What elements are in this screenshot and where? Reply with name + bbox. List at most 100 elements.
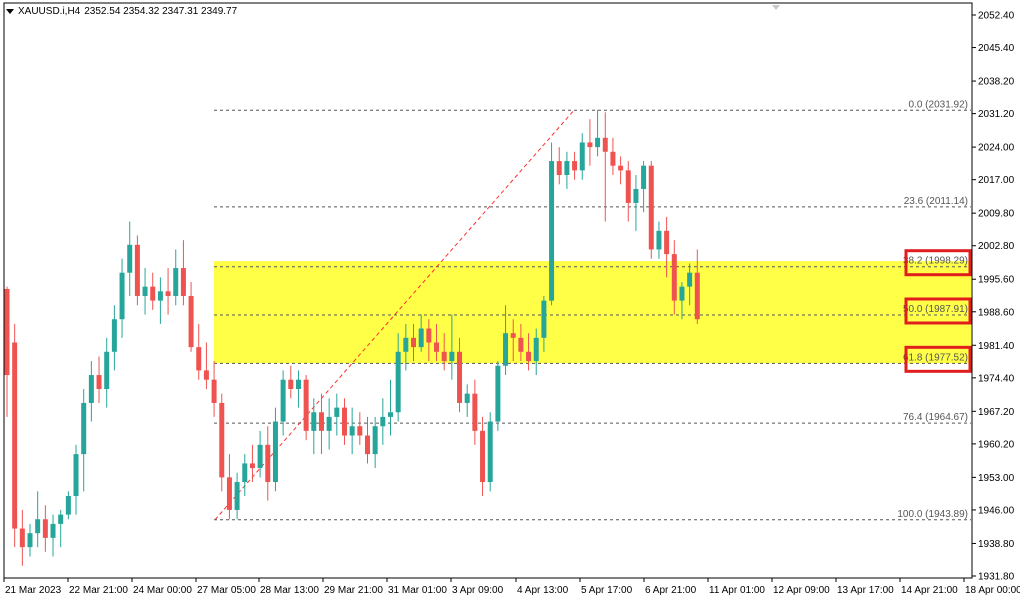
candle-body xyxy=(426,328,432,343)
candle-body xyxy=(572,161,578,171)
candle-body xyxy=(518,337,524,352)
y-tick-label: 2024.00 xyxy=(978,143,1015,154)
support-zone-layer xyxy=(214,261,971,364)
candle-body xyxy=(388,412,393,417)
x-tick-label: 27 Mar 05:00 xyxy=(197,585,256,596)
candle-body xyxy=(4,288,10,376)
candle-body xyxy=(395,351,401,413)
candle-body xyxy=(671,254,677,301)
candle-body xyxy=(687,272,693,287)
x-tick-label: 12 Apr 09:00 xyxy=(773,585,830,596)
candle-body xyxy=(441,351,447,362)
candle-body xyxy=(150,286,156,301)
candle-body xyxy=(364,435,370,455)
candle-body xyxy=(257,444,263,469)
candle-body xyxy=(19,528,25,548)
candle-body xyxy=(219,402,225,478)
candle-body xyxy=(134,244,140,296)
candle-body xyxy=(65,495,71,515)
x-tick-label: 29 Mar 21:00 xyxy=(324,585,383,596)
y-tick-label: 1953.00 xyxy=(978,473,1015,484)
x-tick-label: 31 Mar 01:00 xyxy=(388,585,447,596)
y-tick-label: 1988.60 xyxy=(978,307,1015,318)
candle-body xyxy=(318,412,324,431)
candle-body xyxy=(357,426,363,436)
candle-body xyxy=(303,379,309,431)
x-tick-label: 22 Mar 21:00 xyxy=(69,585,128,596)
candle-body xyxy=(196,347,202,371)
candle-body xyxy=(495,365,501,422)
y-tick-label: 2031.20 xyxy=(978,109,1015,120)
y-tick-label: 2002.80 xyxy=(978,241,1015,252)
candle-body xyxy=(403,337,409,352)
fib-level-label: 76.4 (1964.67) xyxy=(903,412,968,423)
y-tick-label: 1960.20 xyxy=(978,439,1015,450)
candle-body xyxy=(88,375,94,403)
candle-body xyxy=(625,170,631,203)
candle-body xyxy=(142,286,148,296)
x-tick-label: 5 Apr 17:00 xyxy=(581,585,633,596)
fib-level-label: 100.0 (1943.89) xyxy=(897,509,968,520)
candle-body xyxy=(58,514,64,524)
candle-body xyxy=(211,379,217,403)
candle-body xyxy=(111,319,117,352)
candle-body xyxy=(73,454,79,496)
candle-body xyxy=(633,188,639,203)
candle-body xyxy=(648,165,654,250)
candle-body xyxy=(411,337,417,348)
candle-body xyxy=(480,430,486,483)
candle-body xyxy=(311,412,317,431)
candle-body xyxy=(96,375,102,389)
candle-body xyxy=(449,351,455,362)
candle-body xyxy=(35,519,41,534)
candle-body xyxy=(249,463,255,469)
candle-body xyxy=(679,286,685,301)
candle-body xyxy=(280,379,286,422)
candle-body xyxy=(295,379,301,389)
candle-body xyxy=(564,161,570,176)
candle-body xyxy=(12,342,18,529)
x-tick-label: 28 Mar 13:00 xyxy=(260,585,319,596)
y-tick-label: 1995.60 xyxy=(978,275,1015,286)
y-tick-label: 1981.40 xyxy=(978,341,1015,352)
candle-body xyxy=(526,351,532,362)
candle-body xyxy=(533,337,539,362)
y-tick-label: 1946.00 xyxy=(978,505,1015,516)
candle-body xyxy=(50,523,56,538)
candle-body xyxy=(173,268,179,296)
candle-body xyxy=(288,379,294,389)
candle-body xyxy=(472,393,478,431)
price-chart[interactable]: 0.0 (2031.92) 23.6 (2011.14) 38.2 (1998.29… xyxy=(0,0,1020,601)
candle-body xyxy=(127,244,133,273)
candle-body xyxy=(341,407,347,436)
candle-body xyxy=(541,300,547,338)
y-tick-label: 1938.80 xyxy=(978,539,1015,550)
y-tick-label: 1967.20 xyxy=(978,407,1015,418)
candle-body xyxy=(510,333,516,338)
candle-body xyxy=(418,328,424,348)
candle-body xyxy=(326,416,332,431)
candle-body xyxy=(27,533,33,548)
candle-body xyxy=(119,272,125,320)
candle-body xyxy=(587,142,593,148)
chart-window[interactable]: XAUUSD.i,H4 2352.54 2354.32 2347.31 2349… xyxy=(0,0,1020,601)
fib-level-label: 61.8 (1977.52) xyxy=(903,352,968,363)
candle-body xyxy=(81,402,87,455)
x-tick-label: 21 Mar 2023 xyxy=(5,585,62,596)
x-tick-label: 14 Apr 21:00 xyxy=(901,585,958,596)
candle-body xyxy=(656,230,662,250)
price-axis: 2052.40 2045.40 2038.20 2031.20 2024.00 2017.… xyxy=(972,11,1015,583)
candle-body xyxy=(104,351,110,389)
candle-body xyxy=(487,421,493,483)
x-tick-label: 13 Apr 17:00 xyxy=(837,585,894,596)
candle-body xyxy=(334,407,340,417)
x-tick-label: 6 Apr 21:00 xyxy=(645,585,697,596)
dropdown-triangle-icon[interactable] xyxy=(6,9,14,14)
candle-body xyxy=(556,161,562,176)
x-tick-label: 24 Mar 00:00 xyxy=(133,585,192,596)
candle-body xyxy=(188,295,194,348)
time-axis: 21 Mar 2023 22 Mar 21:00 24 Mar 00:00 27 Ma… xyxy=(3,578,1020,596)
support-zone xyxy=(214,261,971,364)
candle-body xyxy=(157,291,163,301)
x-tick-label: 18 Apr 00:00 xyxy=(965,585,1020,596)
